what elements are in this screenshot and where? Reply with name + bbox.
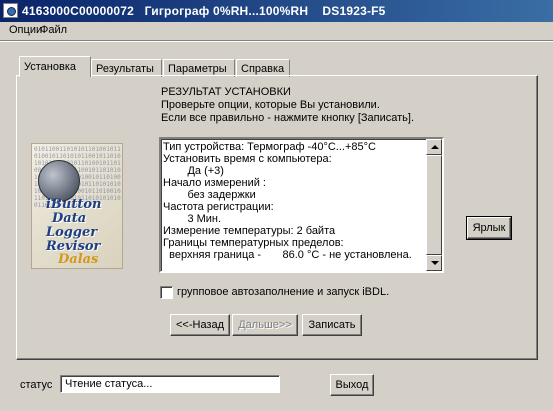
settings-line: Границы температурных пределов: bbox=[163, 237, 344, 249]
tab-results-label: Результаты bbox=[96, 63, 154, 75]
status-field: Чтение статуса... bbox=[60, 375, 280, 393]
arrow-down-icon bbox=[431, 261, 439, 265]
window-title: 4163000C00000072 Гигрограф 0%RH...100%RH… bbox=[22, 4, 386, 18]
logo-line: Logger bbox=[46, 225, 98, 240]
logo-text: iButton Data Logger Revisor bbox=[46, 198, 102, 254]
tab-setup-label: Установка bbox=[24, 61, 76, 73]
status-label: статус bbox=[20, 379, 53, 391]
settings-summary-list[interactable]: Тип устройства: Термограф -40°C...+85°C … bbox=[159, 137, 444, 273]
logo-line: Data bbox=[52, 211, 87, 226]
tab-help-label: Справка bbox=[241, 63, 285, 75]
arrow-up-icon bbox=[431, 145, 439, 149]
settings-line: Установить время с компьютера: bbox=[163, 153, 332, 165]
next-button[interactable]: Дальше>> bbox=[232, 314, 298, 336]
vertical-scrollbar[interactable] bbox=[426, 139, 442, 271]
settings-line: Начало измерений : bbox=[163, 177, 266, 189]
back-button[interactable]: <<-Назад bbox=[170, 314, 230, 336]
settings-lines: Тип устройства: Термограф -40°C...+85°C … bbox=[163, 141, 425, 261]
result-instruction-2: Если все правильно - нажмите кнопку [Зап… bbox=[161, 112, 414, 124]
menu-file[interactable]: Файл bbox=[37, 24, 70, 36]
settings-line: Да (+3) bbox=[163, 165, 224, 177]
scroll-thumb[interactable] bbox=[426, 155, 442, 255]
ibutton-logo: 0101100110101011010010110100101101010110… bbox=[31, 143, 123, 269]
settings-line: без задержки bbox=[163, 189, 256, 201]
shortcut-button[interactable]: Ярлык bbox=[466, 216, 512, 240]
app-icon bbox=[3, 3, 18, 18]
title-bar: 4163000C00000072 Гигрограф 0%RH...100%RH… bbox=[0, 0, 553, 22]
group-autofill-label: групповое автозаполнение и запуск iBDL. bbox=[177, 286, 390, 298]
menu-separator bbox=[0, 40, 553, 42]
result-heading: РЕЗУЛЬТАТ УСТАНОВКИ bbox=[161, 86, 291, 98]
menu-bar: Опции Файл bbox=[0, 22, 553, 40]
tab-parameters-label: Параметры bbox=[168, 63, 227, 75]
result-instruction-1: Проверьте опции, которые Вы установили. bbox=[161, 99, 380, 111]
ibutton-coin-icon bbox=[38, 160, 80, 202]
logo-line: iButton bbox=[46, 197, 102, 212]
settings-line: Измерение температуры: 2 байта bbox=[163, 225, 336, 237]
settings-line: Частота регистрации: bbox=[163, 201, 274, 213]
settings-line: Тип устройства: Термограф -40°C...+85°C bbox=[163, 141, 376, 153]
exit-button[interactable]: Выход bbox=[330, 374, 374, 396]
tab-setup[interactable]: Установка bbox=[19, 56, 91, 77]
scroll-up-button[interactable] bbox=[426, 139, 442, 155]
settings-line: верхняя граница - 86.0 °C - не установле… bbox=[163, 249, 412, 261]
scroll-down-button[interactable] bbox=[426, 255, 442, 271]
settings-line: 3 Мин. bbox=[163, 213, 222, 225]
group-autofill-checkbox[interactable] bbox=[160, 286, 173, 299]
logo-mark: Dalas bbox=[58, 252, 99, 267]
write-button[interactable]: Записать bbox=[302, 314, 362, 336]
